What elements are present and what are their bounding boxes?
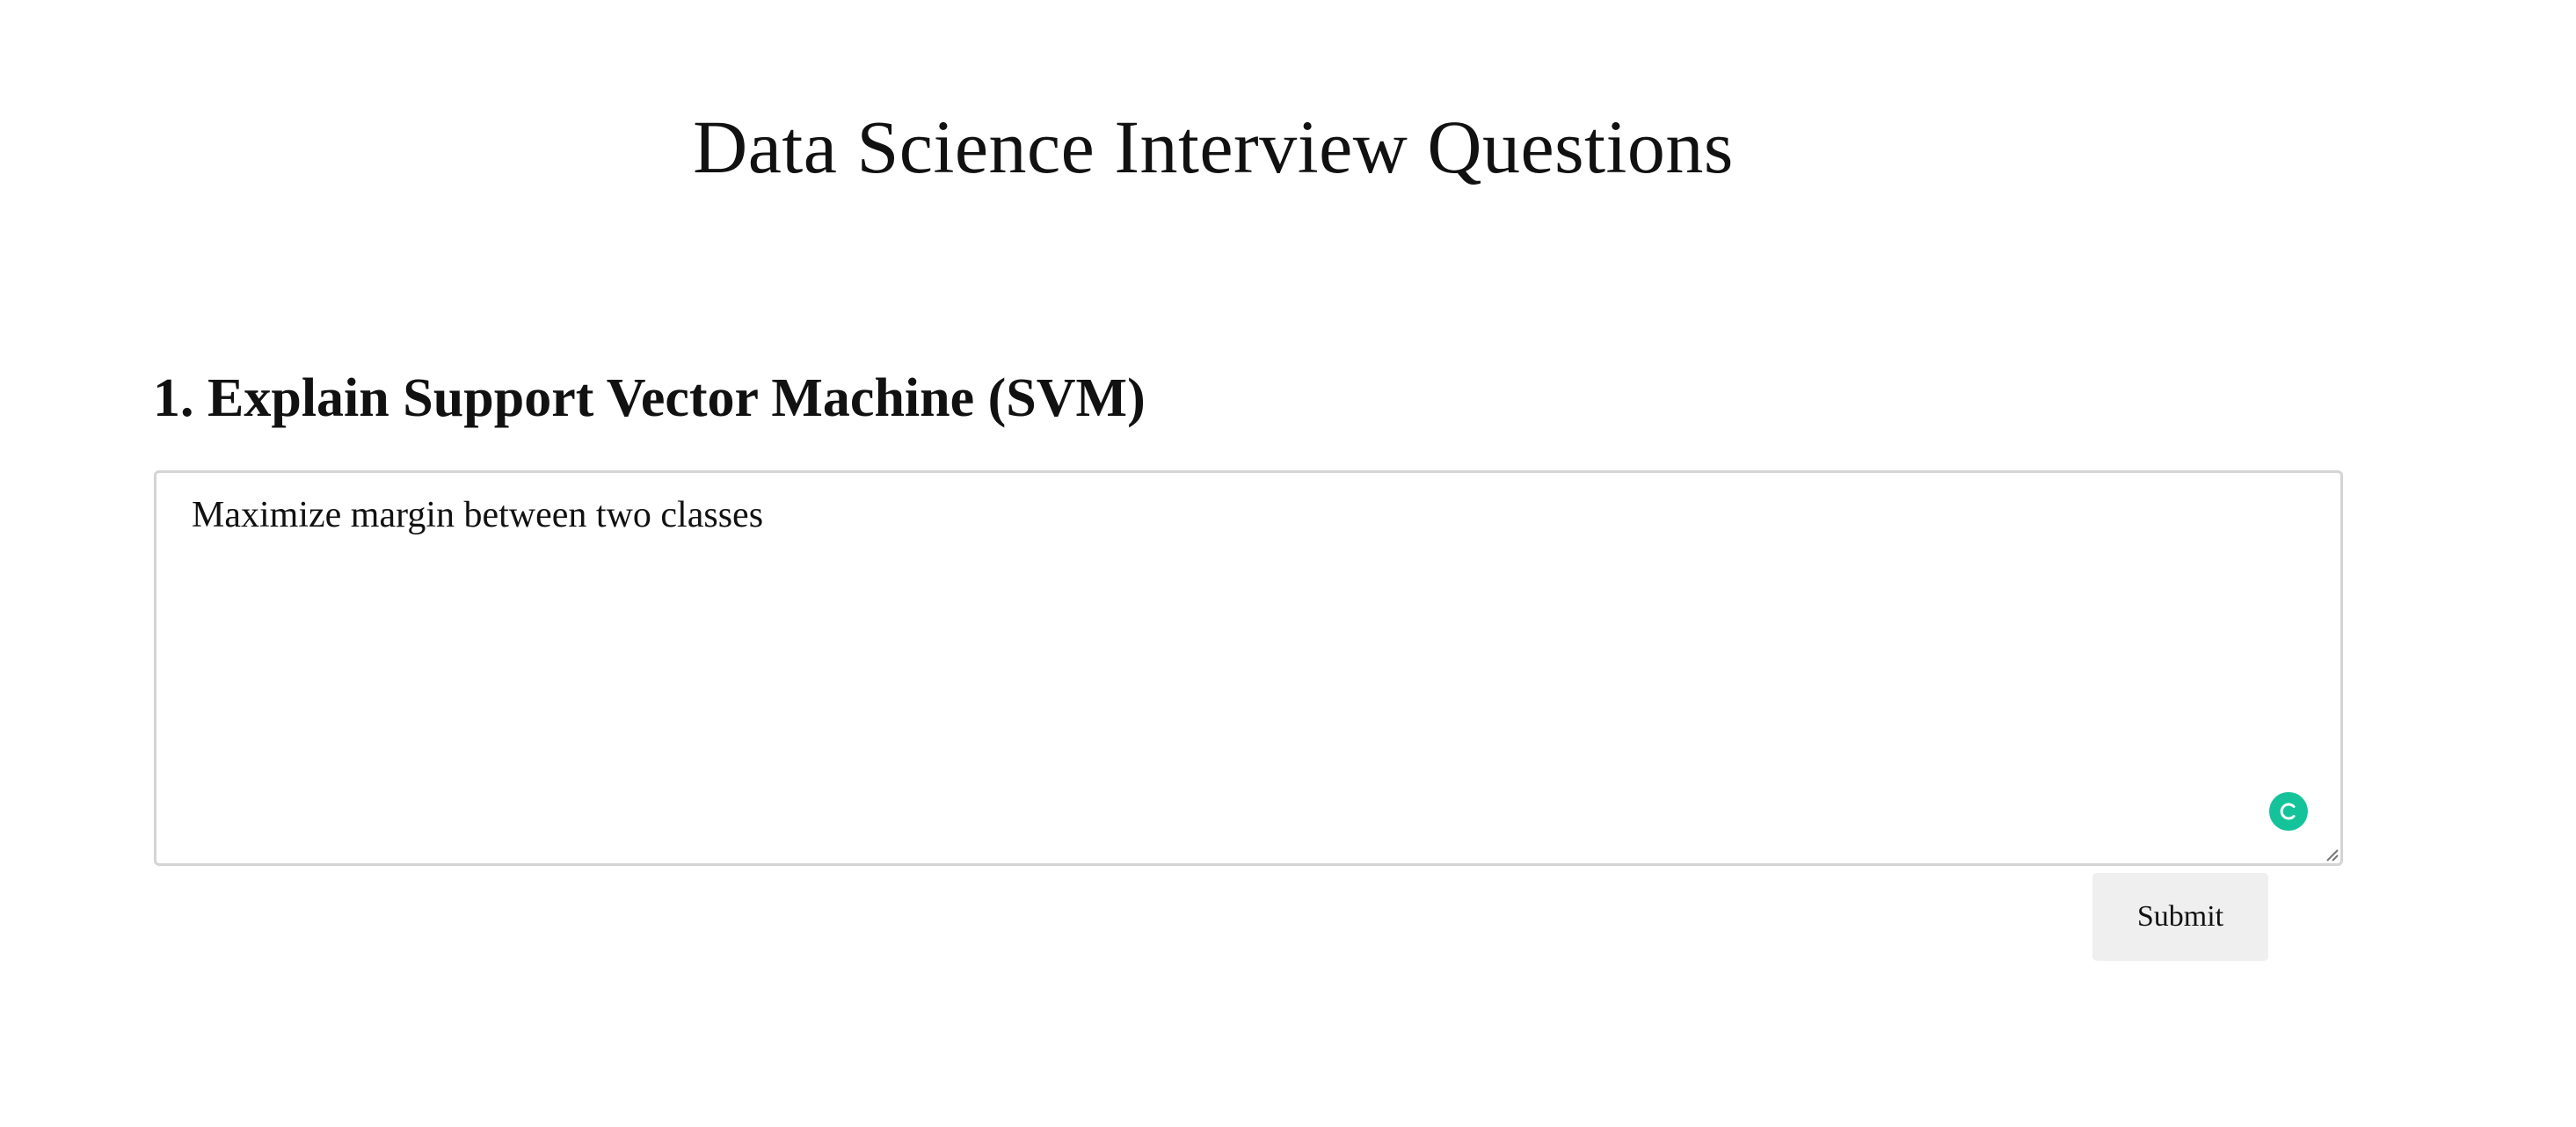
resize-grip-icon[interactable] — [2324, 847, 2340, 862]
answer-textarea[interactable] — [154, 470, 2343, 866]
grammar-assistant-icon[interactable] — [2269, 792, 2308, 831]
question-heading: 1. Explain Support Vector Machine (SVM) — [153, 368, 1146, 428]
answer-field-container — [154, 470, 2343, 866]
page-title: Data Science Interview Questions — [693, 105, 1734, 189]
page: Data Science Interview Questions 1. Expl… — [0, 0, 2576, 1127]
submit-button[interactable]: Submit — [2092, 873, 2268, 961]
